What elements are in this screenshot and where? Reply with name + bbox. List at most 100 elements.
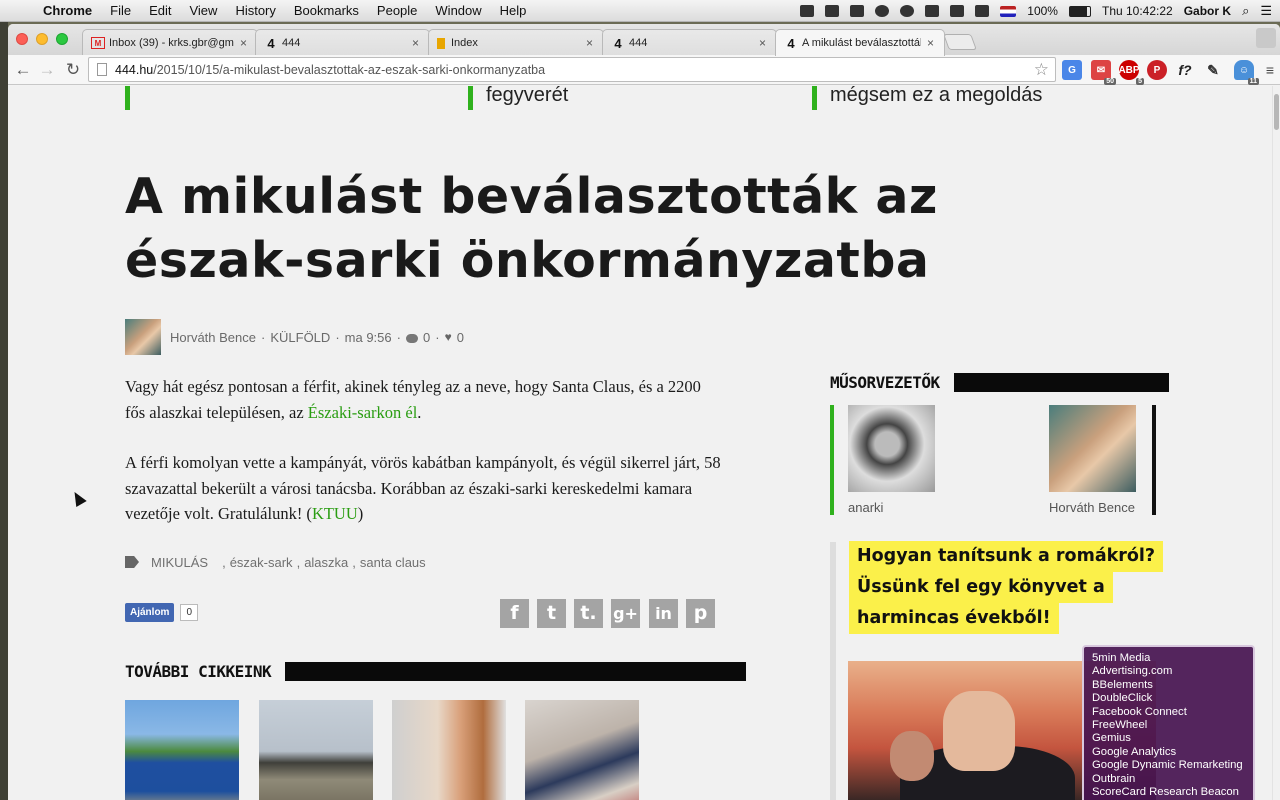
menu-edit[interactable]: Edit xyxy=(140,3,180,18)
tab-gmail[interactable]: M Inbox (39) - krks.gbr@gmail × xyxy=(82,29,258,56)
menu-history[interactable]: History xyxy=(226,3,284,18)
article-thumbnail[interactable] xyxy=(125,700,239,800)
promo-headline-line[interactable]: harmincas évekből! xyxy=(849,603,1059,634)
facebook-like-button[interactable]: Ajánlom xyxy=(125,603,175,622)
ghostery-tracker-popup[interactable]: 5min Media Advertising.com BBelements Do… xyxy=(1082,645,1255,800)
comment-icon[interactable] xyxy=(405,333,418,343)
bluetooth-icon[interactable] xyxy=(925,5,940,17)
article-paragraph: A férfi komolyan vette a kampányát, vörö… xyxy=(125,450,725,527)
tab-active-article[interactable]: 4 A mikulást beválasztották az × xyxy=(775,29,945,56)
author-name[interactable]: Horváth Bence xyxy=(170,330,256,345)
close-tab-icon[interactable]: × xyxy=(927,36,934,50)
menubar-clock[interactable]: Thu 10:42:22 xyxy=(1102,4,1173,18)
promo-headline-line[interactable]: Hogyan tanítsunk a romákról? xyxy=(849,541,1164,572)
top-strip-item[interactable] xyxy=(125,86,143,110)
profile-button[interactable] xyxy=(1256,28,1276,48)
new-tab-button[interactable] xyxy=(943,34,977,50)
pinterest-share-button[interactable]: p xyxy=(686,599,715,628)
minimize-window-button[interactable] xyxy=(36,33,48,45)
url-domain: 444.hu xyxy=(115,62,154,77)
tab-444[interactable]: 4 444 × xyxy=(602,29,777,56)
tracker-item: Google Dynamic Remarketing xyxy=(1092,759,1243,772)
promo-bar xyxy=(830,542,836,800)
more-articles-header: TOVÁBBI CIKKEINK xyxy=(125,662,747,681)
adblock-icon[interactable]: ABP 5 xyxy=(1118,60,1144,85)
paragraph-text: ) xyxy=(357,504,364,523)
tag-link[interactable]: észak-sark xyxy=(230,555,293,570)
tag-separator: , xyxy=(296,554,301,570)
us-flag-input-icon[interactable] xyxy=(1000,5,1017,17)
close-tab-icon[interactable]: × xyxy=(240,36,247,50)
north-pole-link[interactable]: Északi-sarkon él xyxy=(308,403,418,422)
translate-icon[interactable]: G xyxy=(1062,60,1082,80)
mail-icon[interactable]: ✉ 50 xyxy=(1091,60,1116,85)
spotlight-icon[interactable]: ⌕ xyxy=(1242,3,1249,19)
ghostery-icon[interactable]: ☺ 11 xyxy=(1234,60,1259,85)
notification-center-icon[interactable]: ☰ xyxy=(1260,3,1272,19)
host-name[interactable]: Horváth Bence xyxy=(1049,500,1135,515)
top-strip-item[interactable]: mégsem ez a megoldás xyxy=(812,86,1042,110)
forward-arrow-icon[interactable]: → xyxy=(36,59,58,81)
zoom-window-button[interactable] xyxy=(56,33,68,45)
battery-icon[interactable] xyxy=(1068,5,1091,17)
article-thumbnail[interactable] xyxy=(392,700,506,800)
grid-icon[interactable] xyxy=(825,5,840,17)
clock-history-icon[interactable] xyxy=(900,5,915,17)
comment-count[interactable]: 0 xyxy=(423,330,430,345)
host-name[interactable]: anarki xyxy=(848,500,883,515)
444-icon: 4 xyxy=(267,35,275,51)
tab-index[interactable]: Index × xyxy=(428,29,604,56)
status-icon[interactable] xyxy=(875,5,890,17)
font-icon[interactable]: f? xyxy=(1175,60,1195,80)
tab-title: Inbox (39) - krks.gbr@gmail xyxy=(109,37,234,49)
promo-headline-line[interactable]: Üssünk fel egy könyvet a xyxy=(849,572,1113,603)
tag-link[interactable]: santa claus xyxy=(360,555,426,570)
close-tab-icon[interactable]: × xyxy=(412,36,419,50)
tag-link[interactable]: alaszka xyxy=(304,555,348,570)
menubar-user[interactable]: Gabor K xyxy=(1184,4,1231,18)
page-scrollbar[interactable] xyxy=(1272,86,1280,800)
tumblr-share-button[interactable]: t. xyxy=(574,599,603,628)
host-photo[interactable] xyxy=(848,405,935,492)
tracker-item: DoubleClick xyxy=(1092,692,1153,705)
article-category[interactable]: KÜLFÖLD xyxy=(270,330,330,345)
host-photo[interactable] xyxy=(1049,405,1136,492)
menu-file[interactable]: File xyxy=(101,3,140,18)
heart-icon[interactable]: ♥ xyxy=(445,330,452,344)
googleplus-share-button[interactable]: g+ xyxy=(611,599,640,628)
tab-444[interactable]: 4 444 × xyxy=(255,29,430,56)
menu-view[interactable]: View xyxy=(180,3,226,18)
timemachine-icon[interactable] xyxy=(850,5,865,17)
article-thumbnail[interactable] xyxy=(259,700,373,800)
twitter-share-button[interactable]: t xyxy=(537,599,566,628)
menu-window[interactable]: Window xyxy=(426,3,490,18)
close-window-button[interactable] xyxy=(16,33,28,45)
pinterest-icon[interactable]: P xyxy=(1147,60,1167,80)
dropbox-icon[interactable] xyxy=(800,5,815,17)
menu-people[interactable]: People xyxy=(368,3,426,18)
menu-help[interactable]: Help xyxy=(491,3,536,18)
wifi-icon[interactable] xyxy=(950,5,965,17)
bookmark-star-icon[interactable]: ☆ xyxy=(1034,60,1049,80)
close-tab-icon[interactable]: × xyxy=(759,36,766,50)
article-thumbnail[interactable] xyxy=(525,700,639,800)
top-strip-item[interactable]: fegyverét xyxy=(468,86,568,110)
volume-icon[interactable] xyxy=(975,5,990,17)
facebook-share-button[interactable]: f xyxy=(500,599,529,628)
scrollbar-thumb[interactable] xyxy=(1274,94,1279,130)
back-arrow-icon[interactable]: ← xyxy=(12,59,34,81)
close-tab-icon[interactable]: × xyxy=(586,36,593,50)
pocket-icon[interactable]: ✎ xyxy=(1203,60,1223,80)
ghostery-count-badge: 11 xyxy=(1247,78,1259,85)
author-avatar[interactable] xyxy=(125,319,161,355)
tag-link[interactable]: MIKULÁS xyxy=(151,555,208,570)
menu-chrome[interactable]: Chrome xyxy=(34,3,101,18)
linkedin-share-button[interactable]: in xyxy=(649,599,678,628)
reload-icon[interactable]: ↻ xyxy=(62,59,84,81)
chrome-menu-icon[interactable]: ≡ xyxy=(1260,60,1280,80)
ktuu-link[interactable]: KTUU xyxy=(312,504,358,523)
facebook-like-count: 0 xyxy=(180,604,199,621)
menu-bookmarks[interactable]: Bookmarks xyxy=(285,3,368,18)
address-bar[interactable]: 444.hu/2015/10/15/a-mikulast-bevalasztot… xyxy=(88,57,1056,82)
byline-separator: · xyxy=(335,329,340,345)
